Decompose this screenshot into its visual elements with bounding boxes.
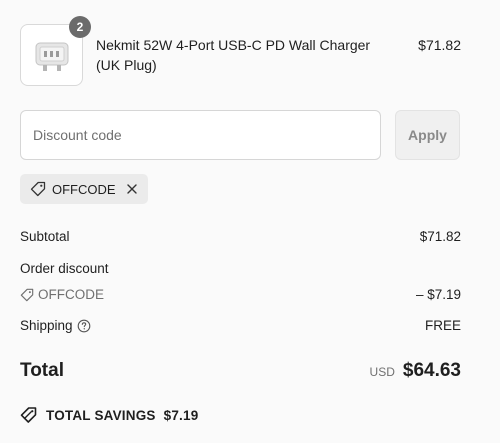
subtotal-value: $71.82 <box>419 229 461 244</box>
tag-icon <box>20 288 34 302</box>
discount-code-input[interactable] <box>20 110 381 160</box>
apply-discount-button[interactable]: Apply <box>395 110 460 160</box>
order-discount-label: Order discount <box>20 261 109 276</box>
tag-icon <box>30 181 46 197</box>
line-item: 2 Nekmit 52W 4-Port USB-C PD Wall Charge… <box>20 16 461 86</box>
total-label: Total <box>20 360 64 381</box>
total-savings-label: TOTAL SAVINGS <box>46 407 156 423</box>
help-icon[interactable] <box>77 319 91 333</box>
charger-product-image <box>35 42 69 71</box>
total-savings-value: $7.19 <box>163 407 199 423</box>
total-amount-group: USD $64.63 <box>370 360 461 382</box>
shipping-label: Shipping <box>20 318 73 333</box>
order-discount-value: – $7.19 <box>415 287 461 302</box>
applied-discount-chip: OFFCODE <box>20 174 148 204</box>
savings-tag-icon <box>20 407 37 423</box>
shipping-label-group: Shipping <box>20 317 91 335</box>
shipping-row: Shipping FREE <box>20 317 461 335</box>
remove-discount-button[interactable] <box>126 183 138 195</box>
order-discount-code-text: OFFCODE <box>38 287 104 302</box>
total-row: Total USD $64.63 <box>20 360 461 382</box>
total-amount: $64.63 <box>402 360 461 381</box>
total-savings-row: TOTAL SAVINGS $7.19 <box>20 406 198 424</box>
close-icon <box>126 184 137 194</box>
order-discount-row: Order discount <box>20 260 461 278</box>
product-thumbnail: 2 <box>20 16 91 86</box>
applied-discount-code: OFFCODE <box>52 181 116 197</box>
order-discount-code: OFFCODE <box>20 286 104 304</box>
quantity-badge: 2 <box>69 16 91 38</box>
subtotal-label: Subtotal <box>20 229 70 244</box>
product-title: Nekmit 52W 4-Port USB-C PD Wall Charger … <box>96 37 371 73</box>
shipping-value: FREE <box>424 318 461 333</box>
order-discount-detail-row: OFFCODE – $7.19 <box>20 286 461 304</box>
currency-code: USD <box>369 365 395 379</box>
product-price: $71.82 <box>418 37 461 53</box>
subtotal-row: Subtotal $71.82 <box>20 228 461 246</box>
